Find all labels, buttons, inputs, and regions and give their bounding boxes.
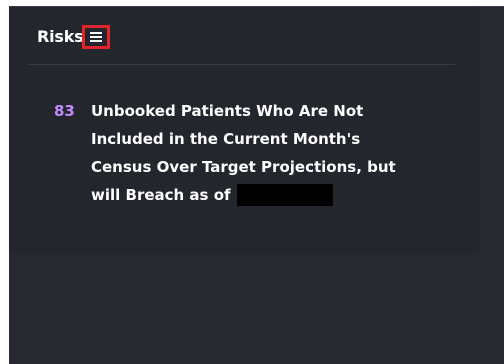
risks-title-wrap: Risks (37, 25, 110, 49)
redacted-date (236, 183, 333, 206)
list-view-button[interactable] (81, 25, 110, 49)
risks-header: Risks (9, 7, 479, 65)
risk-description-block: Unbooked Patients Who Are Not Included i… (91, 97, 411, 209)
risk-count: 83 (54, 102, 75, 120)
risk-item: 83 Unbooked Patients Who Are Not Include… (54, 97, 434, 209)
right-edge-strip (479, 7, 504, 254)
risks-title: Risks (37, 27, 84, 46)
risks-card: Risks 83 Unbooked Patients Who Are Not I… (9, 7, 479, 254)
list-icon (89, 32, 102, 42)
screen-frame: Risks 83 Unbooked Patients Who Are Not I… (0, 0, 504, 364)
panel-bottom-area (9, 254, 504, 364)
risks-panel: Risks 83 Unbooked Patients Who Are Not I… (9, 6, 504, 364)
header-divider (29, 64, 455, 65)
